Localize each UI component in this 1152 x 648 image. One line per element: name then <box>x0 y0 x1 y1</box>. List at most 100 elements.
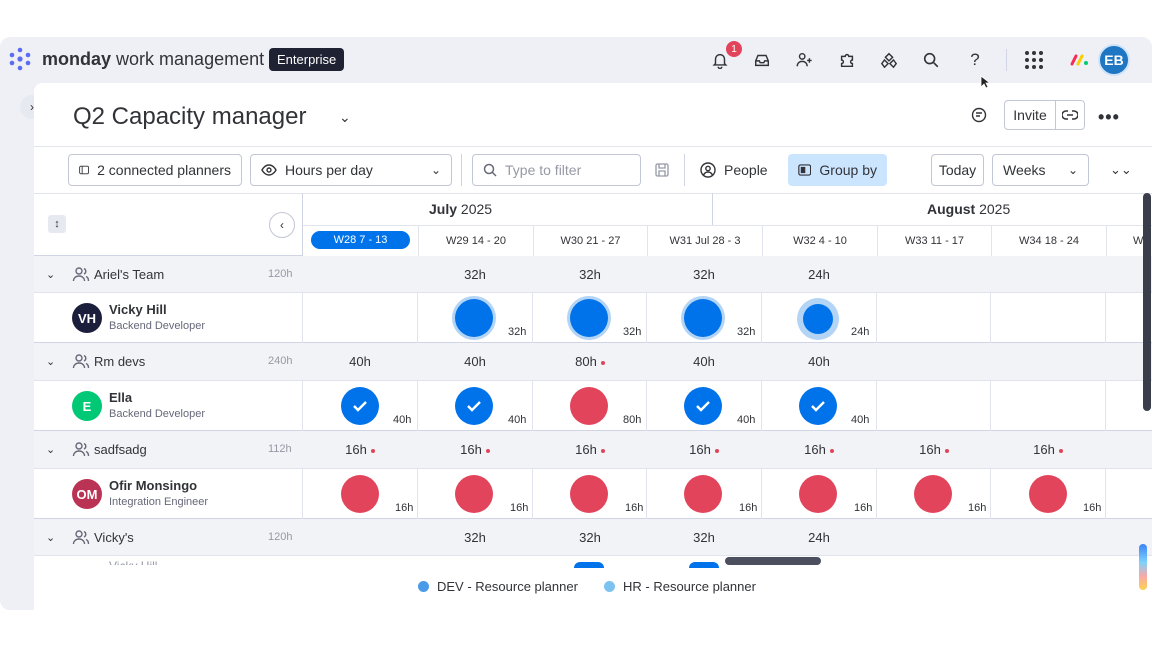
cell-divider <box>646 469 647 519</box>
avatar[interactable]: VH <box>72 303 102 333</box>
allocation-circle[interactable] <box>455 299 493 337</box>
week-header[interactable]: W31 Jul 28 - 3 <box>647 225 762 256</box>
more-options-icon[interactable]: ••• <box>1098 107 1120 128</box>
week-header[interactable]: W30 21 - 27 <box>533 225 647 256</box>
allocation-circle-overallocated[interactable] <box>341 475 379 513</box>
today-button[interactable]: Today <box>931 154 984 186</box>
checkmark-icon <box>353 401 367 412</box>
title-chevron-down-icon[interactable]: ⌄ <box>339 109 351 126</box>
app-window: monday work management Enterprise 1 ? EB <box>0 37 1152 610</box>
time-scale-select[interactable]: Weeks ⌄ <box>992 154 1089 186</box>
cell-divider <box>417 469 418 519</box>
avatar[interactable]: OM <box>72 479 102 509</box>
allocation-circle-overallocated[interactable] <box>570 387 608 425</box>
allocation-circle[interactable] <box>684 299 722 337</box>
week-hours: 32h <box>579 267 601 282</box>
allocation-hours: 24h <box>851 326 870 338</box>
invite-member-icon[interactable] <box>793 49 815 71</box>
allocation-circle[interactable] <box>684 387 722 425</box>
chevron-down-icon[interactable]: ⌄ <box>46 355 55 368</box>
overallocation-dot-icon <box>370 448 375 453</box>
monday-products-icon[interactable] <box>1069 49 1091 71</box>
overallocation-dot-icon <box>944 448 949 453</box>
left-sidebar-collapsed <box>0 83 34 610</box>
checkmark-icon <box>696 401 710 412</box>
cell-divider <box>532 293 533 343</box>
allocation-circle[interactable] <box>341 387 379 425</box>
filter-input[interactable]: Type to filter <box>472 154 641 186</box>
resource-row[interactable]: OM Ofir Monsingo Integration Engineer 16… <box>34 469 1152 519</box>
week-header[interactable]: W34 18 - 24 <box>991 225 1106 256</box>
current-week-pill[interactable]: W28 7 - 13 <box>311 231 410 249</box>
allocation-hours: 16h <box>739 502 758 514</box>
inbox-icon[interactable] <box>751 49 773 71</box>
week-hours-overallocated: 16h <box>418 442 532 457</box>
allocation-circle-overallocated[interactable] <box>684 475 722 513</box>
group-row[interactable]: ⌄ sadfsadg 112h 16h 16h 16h 16h 16h 16h … <box>34 431 1152 469</box>
week-header[interactable]: W29 14 - 20 <box>418 225 533 256</box>
help-icon[interactable]: ? <box>964 49 986 71</box>
allocation-circle[interactable] <box>803 304 833 334</box>
toolbar-divider <box>684 154 685 186</box>
horizontal-scrollbar[interactable] <box>725 557 821 565</box>
group-row[interactable]: ⌄ Ariel's Team 120h 32h 32h 32h 24h <box>34 256 1152 293</box>
chevron-down-icon[interactable]: ⌄ <box>46 443 55 456</box>
cell-divider <box>302 293 303 343</box>
allocation-circle-overallocated[interactable] <box>914 475 952 513</box>
resource-row[interactable]: E Ella Backend Developer 40h 40h 80h 40h <box>34 381 1152 431</box>
month-label: August 2025 <box>927 201 1010 217</box>
allocation-circle-overallocated[interactable] <box>799 475 837 513</box>
app-switcher-grid-icon[interactable] <box>1023 49 1045 71</box>
allocation-circle-overallocated[interactable] <box>1029 475 1067 513</box>
week-hours-overallocated: 16h <box>533 442 647 457</box>
chevron-down-icon[interactable]: ⌄ <box>46 531 55 544</box>
hours-per-day-select[interactable]: Hours per day ⌄ <box>250 154 452 186</box>
cell-divider <box>1105 293 1106 343</box>
month-divider <box>712 193 713 225</box>
week-hours: 24h <box>808 530 830 545</box>
legend-label: HR - Resource planner <box>623 579 756 594</box>
week-hours: 40h <box>693 354 715 369</box>
plan-badge: Enterprise <box>269 48 345 71</box>
save-filter-icon[interactable] <box>645 154 679 186</box>
avatar[interactable]: E <box>72 391 102 421</box>
invite-button[interactable]: Invite <box>1004 100 1056 130</box>
resource-row[interactable]: VH Vicky Hill Backend Developer 32h 32h … <box>34 293 1152 343</box>
month-name: August <box>927 201 976 217</box>
allocation-circle[interactable] <box>455 387 493 425</box>
board-title[interactable]: Q2 Capacity manager <box>73 103 306 131</box>
group-row[interactable]: ⌄ Vicky's 120h 32h 32h 32h 24h <box>34 519 1152 556</box>
allocation-hours: 32h <box>623 326 642 338</box>
week-hours: 32h <box>464 530 486 545</box>
people-label: People <box>724 162 768 178</box>
apps-marketplace-icon[interactable] <box>878 49 900 71</box>
legend-dot-icon <box>604 581 615 592</box>
collapse-column-chevron-icon[interactable]: ‹ <box>269 212 295 238</box>
connected-planners-button[interactable]: 2 connected planners <box>68 154 242 186</box>
allocation-circle-overallocated[interactable] <box>570 475 608 513</box>
week-header[interactable]: W32 4 - 10 <box>762 225 877 256</box>
user-avatar[interactable]: EB <box>1098 44 1130 76</box>
allocation-circle-overallocated[interactable] <box>455 475 493 513</box>
updates-chat-icon[interactable] <box>971 107 987 128</box>
monday-logo-icon[interactable] <box>8 47 32 71</box>
copy-link-icon[interactable] <box>1055 100 1085 130</box>
people-filter-button[interactable]: People <box>690 154 778 186</box>
sort-icon[interactable]: ↕ <box>48 215 66 233</box>
allocation-hours: 16h <box>510 502 529 514</box>
integrations-icon[interactable] <box>836 49 858 71</box>
allocation-circle[interactable] <box>799 387 837 425</box>
group-name: Rm devs <box>94 354 146 369</box>
allocation-circle[interactable] <box>570 299 608 337</box>
group-by-button[interactable]: Group by <box>788 154 887 186</box>
search-icon[interactable] <box>920 49 942 71</box>
collapse-all-double-chevron-icon[interactable]: ⌄⌄ <box>1100 154 1142 186</box>
week-header[interactable]: W33 11 - 17 <box>877 225 991 256</box>
vertical-scrollbar[interactable] <box>1143 193 1151 411</box>
brand-name: monday work management <box>42 49 264 70</box>
chevron-down-icon[interactable]: ⌄ <box>46 268 55 281</box>
group-row[interactable]: ⌄ Rm devs 240h 40h 40h 80h 40h 40h <box>34 343 1152 381</box>
cell-divider <box>761 381 762 431</box>
legend-item: DEV - Resource planner <box>418 579 578 594</box>
cell-divider <box>417 381 418 431</box>
